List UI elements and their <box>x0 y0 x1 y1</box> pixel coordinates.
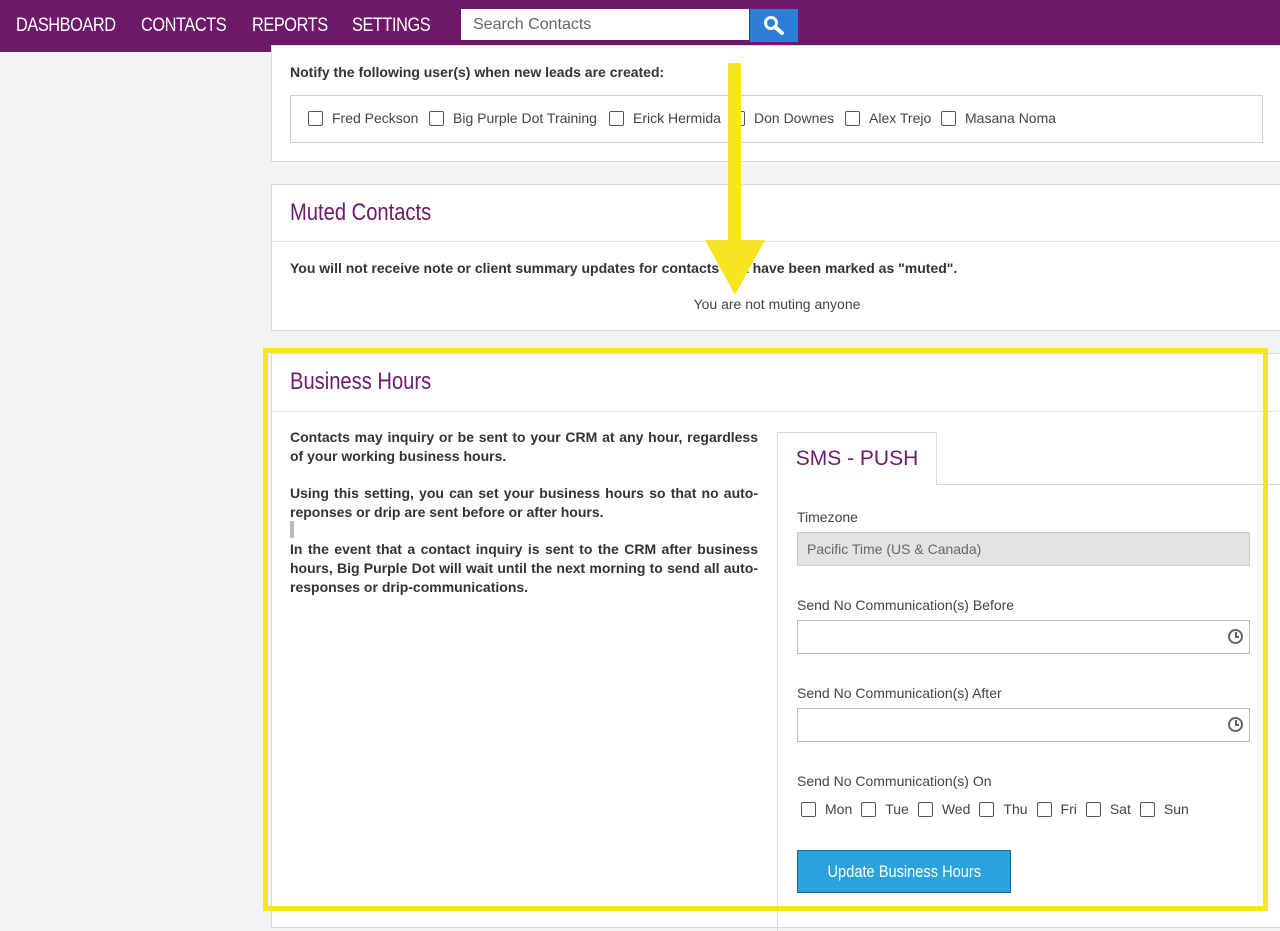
muted-description: You will not receive note or client summ… <box>290 260 958 276</box>
timezone-field: Pacific Time (US & Canada) <box>797 532 1250 566</box>
notify-user-checkbox[interactable]: Fred Peckson <box>308 110 418 126</box>
annotation-arrow-icon <box>705 240 765 295</box>
update-business-hours-button[interactable]: Update Business Hours <box>797 850 1011 893</box>
update-button-label: Update Business Hours <box>827 861 981 881</box>
annotation-arrow-shaft <box>728 63 741 248</box>
business-hours-panel: Business Hours Contacts may inquiry or b… <box>271 353 1280 931</box>
day-label: Thu <box>1003 801 1028 817</box>
user-label: Erick Hermida <box>633 110 721 126</box>
checkbox[interactable] <box>941 110 956 126</box>
day-checkbox-fri[interactable]: Fri <box>1036 801 1077 817</box>
day-checkbox-tue[interactable]: Tue <box>861 801 909 817</box>
checkbox[interactable] <box>845 110 860 126</box>
notify-user-checkbox[interactable]: Alex Trejo <box>845 110 931 126</box>
day-label: Sat <box>1109 801 1131 817</box>
checkbox[interactable] <box>609 110 624 126</box>
checkbox[interactable] <box>429 110 444 126</box>
business-hours-paragraph: Contacts may inquiry or be sent to your … <box>290 429 758 464</box>
search-button[interactable] <box>750 9 798 42</box>
notify-user-checkbox[interactable]: Big Purple Dot Training <box>429 110 597 126</box>
notify-panel: Notify the following user(s) when new le… <box>271 45 1280 162</box>
checkbox[interactable] <box>1085 801 1101 817</box>
tab-sms-push[interactable]: SMS - PUSH <box>777 432 937 485</box>
user-label: Don Downes <box>754 110 835 126</box>
nav-contacts[interactable]: CONTACTS <box>141 0 227 52</box>
after-time-input[interactable] <box>797 708 1250 742</box>
day-checkbox-thu[interactable]: Thu <box>979 801 1028 817</box>
clock-icon[interactable] <box>1228 717 1243 732</box>
checkbox[interactable] <box>1036 801 1052 817</box>
days-label: Send No Communication(s) On <box>797 773 992 789</box>
before-label: Send No Communication(s) Before <box>797 597 1015 613</box>
text-cursor-marker <box>290 521 294 538</box>
user-label: Masana Noma <box>965 110 1057 126</box>
day-label: Mon <box>825 801 853 817</box>
user-label: Alex Trejo <box>869 110 932 126</box>
muted-empty-text: You are not muting anyone <box>693 296 861 312</box>
muted-contacts-panel: Muted Contacts You will not receive note… <box>271 184 1280 331</box>
days-checkbox-row: Mon Tue Wed Thu Fri Sat Sun <box>801 801 1198 817</box>
business-hours-paragraph: Using this setting, you can set your bus… <box>290 485 758 520</box>
muted-title: Muted Contacts <box>290 199 432 226</box>
business-hours-paragraph: In the event that a contact inquiry is s… <box>290 541 758 595</box>
day-checkbox-sun[interactable]: Sun <box>1139 801 1189 817</box>
nav-dashboard[interactable]: DASHBOARD <box>16 0 116 52</box>
search-input[interactable] <box>461 9 749 40</box>
before-time-input[interactable] <box>797 620 1250 654</box>
checkbox[interactable] <box>861 801 877 817</box>
notify-user-checkbox[interactable]: Masana Noma <box>941 110 1056 126</box>
search-icon <box>764 16 784 35</box>
day-label: Sun <box>1163 801 1189 817</box>
day-label: Wed <box>941 801 971 817</box>
business-hours-title: Business Hours <box>290 368 432 395</box>
timezone-label: Timezone <box>797 509 858 525</box>
day-checkbox-wed[interactable]: Wed <box>917 801 971 817</box>
checkbox[interactable] <box>979 801 995 817</box>
clock-icon[interactable] <box>1228 629 1243 644</box>
notify-user-list: Fred Peckson Big Purple Dot Training Eri… <box>290 95 1263 143</box>
checkbox[interactable] <box>917 801 933 817</box>
notify-user-checkbox[interactable]: Erick Hermida <box>609 110 721 126</box>
user-label: Fred Peckson <box>332 110 419 126</box>
notify-user-checkbox[interactable]: Don Downes <box>730 110 834 126</box>
business-hours-header: Business Hours <box>272 354 1280 412</box>
tab-body: Timezone Pacific Time (US & Canada) Send… <box>777 484 1280 931</box>
business-hours-tab-panel: SMS - PUSH Timezone Pacific Time (US & C… <box>777 432 1280 931</box>
day-label: Fri <box>1060 801 1077 817</box>
day-checkbox-sat[interactable]: Sat <box>1085 801 1131 817</box>
checkbox[interactable] <box>308 110 323 126</box>
day-label: Tue <box>885 801 909 817</box>
muted-header: Muted Contacts <box>272 185 1280 242</box>
user-label: Big Purple Dot Training <box>453 110 597 126</box>
checkbox[interactable] <box>801 801 816 817</box>
timezone-value: Pacific Time (US & Canada) <box>807 541 982 557</box>
after-label: Send No Communication(s) After <box>797 685 1002 701</box>
notify-label: Notify the following user(s) when new le… <box>290 64 665 80</box>
checkbox[interactable] <box>1139 801 1155 817</box>
day-checkbox-mon[interactable]: Mon <box>801 801 852 817</box>
